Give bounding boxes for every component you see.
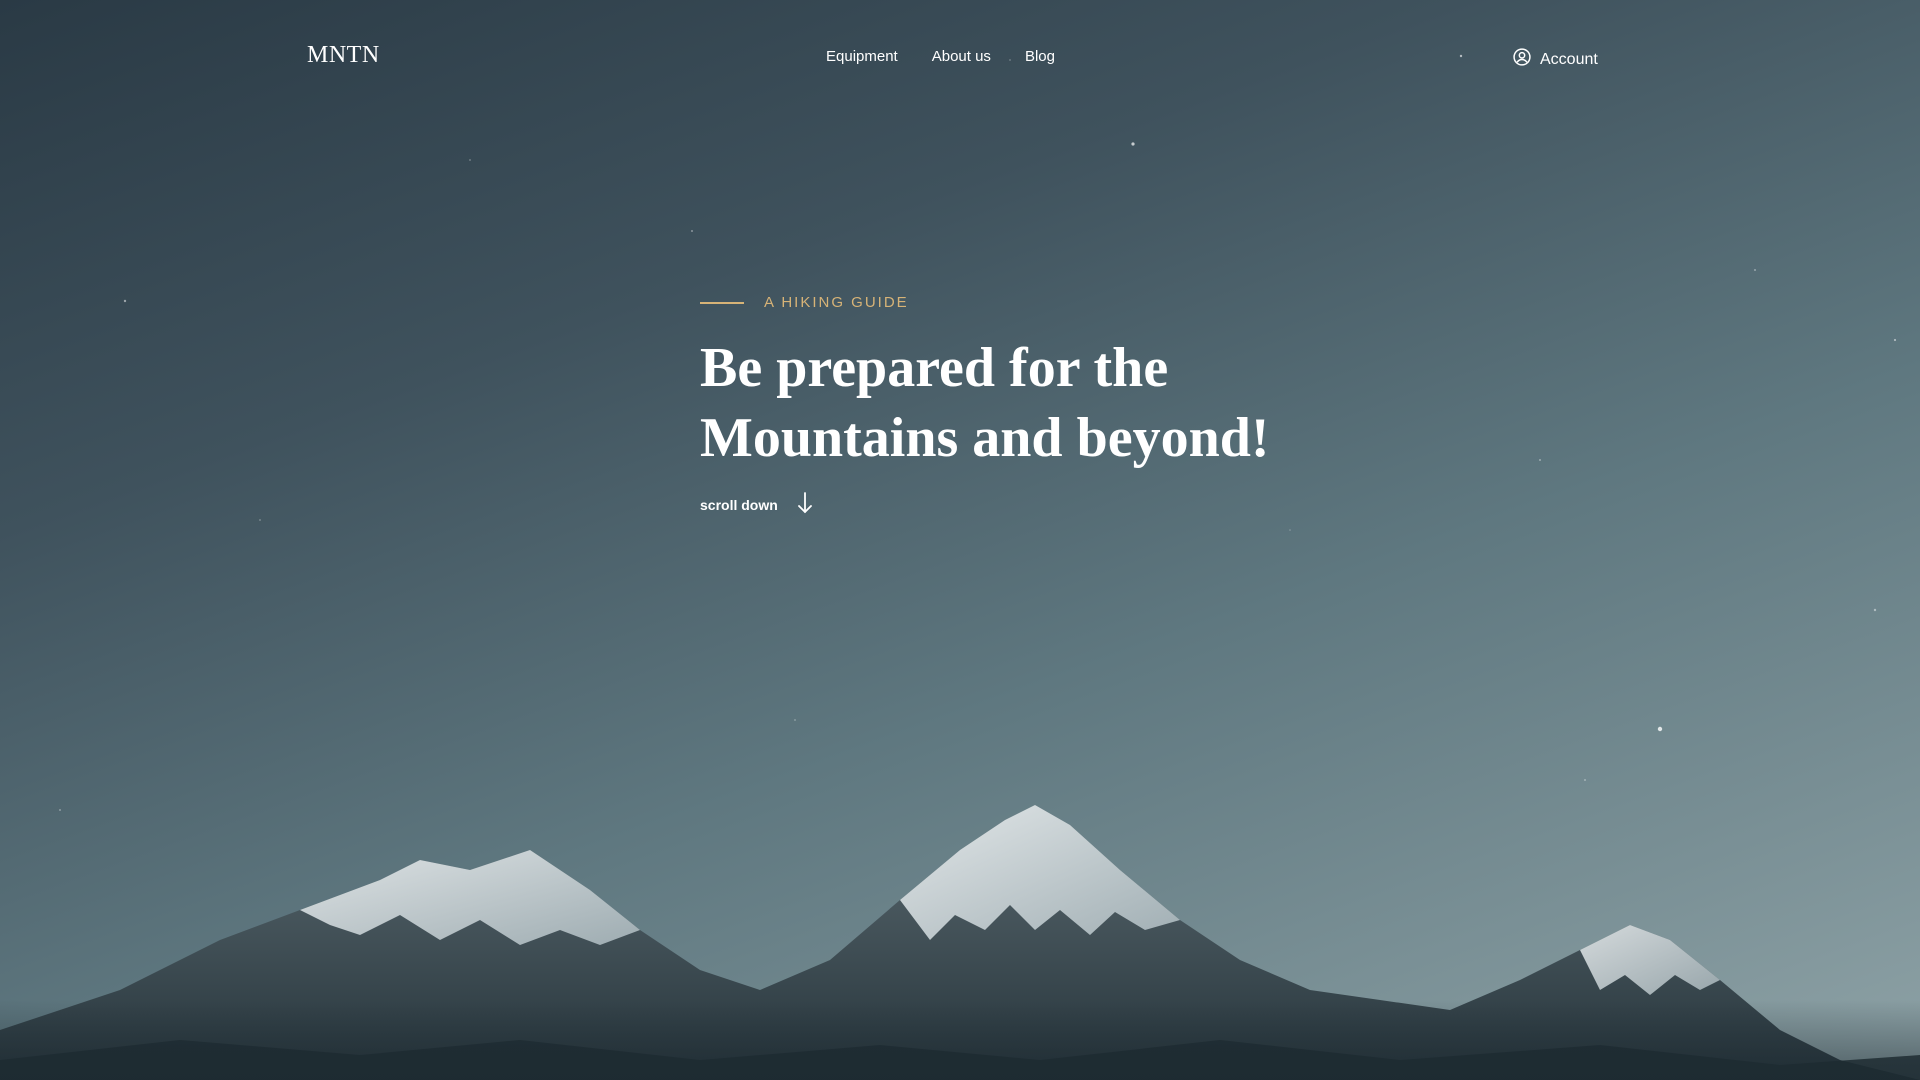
scroll-down-link[interactable]: scroll down bbox=[700, 491, 814, 518]
hero-title-line-1: Be prepared for the bbox=[700, 337, 1169, 399]
hero-eyebrow: A HIKING GUIDE bbox=[700, 294, 1400, 311]
nav-item-blog[interactable]: Blog bbox=[1025, 48, 1055, 65]
eyebrow-divider bbox=[700, 301, 744, 304]
brand-logo[interactable]: MNTN bbox=[307, 42, 380, 69]
main-navigation: Equipment About us Blog bbox=[826, 48, 1055, 65]
nav-item-about-us[interactable]: About us bbox=[932, 48, 991, 65]
nav-item-equipment[interactable]: Equipment bbox=[826, 48, 898, 65]
eyebrow-text: A HIKING GUIDE bbox=[764, 294, 909, 311]
user-circle-icon bbox=[1512, 47, 1532, 72]
top-header: MNTN Equipment About us Blog Account bbox=[0, 0, 1920, 120]
mountain-illustration bbox=[0, 805, 1920, 1080]
hero-section: A HIKING GUIDE Be prepared for the Mount… bbox=[700, 294, 1400, 518]
hero-title-line-2: Mountains and beyond! bbox=[700, 407, 1270, 469]
account-label: Account bbox=[1540, 50, 1598, 68]
scroll-down-label: scroll down bbox=[700, 496, 778, 513]
arrow-down-icon bbox=[796, 491, 814, 518]
hero-title: Be prepared for the Mountains and beyond… bbox=[700, 333, 1400, 473]
account-button[interactable]: Account bbox=[1512, 47, 1598, 72]
